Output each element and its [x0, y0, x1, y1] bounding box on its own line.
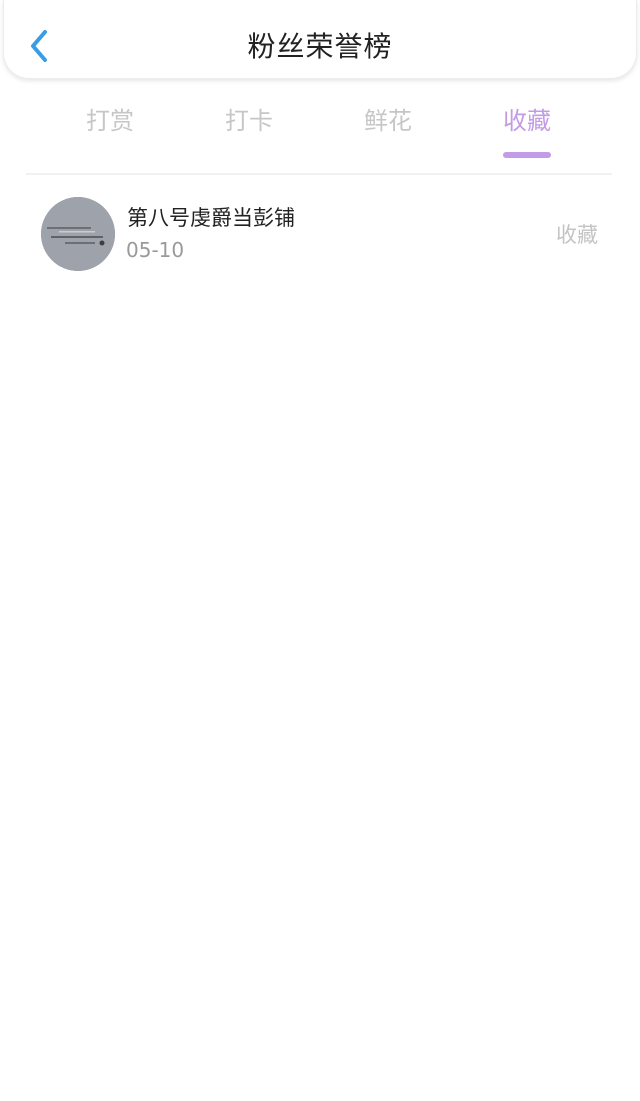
screen: 粉丝荣誉榜 打赏 打卡 鲜花 收藏 第八号虔爵当彭铺 05-10 收藏 — [0, 0, 640, 1101]
tab-label: 打赏 — [86, 107, 134, 135]
tab-checkin[interactable]: 打卡 — [199, 104, 299, 138]
tab-bar: 打赏 打卡 鲜花 收藏 — [0, 98, 640, 158]
avatar-image — [41, 197, 115, 271]
tab-label: 鲜花 — [364, 107, 412, 135]
list-item-date: 05-10 — [126, 238, 185, 262]
avatar — [41, 197, 115, 271]
tab-favorites[interactable]: 收藏 — [477, 104, 577, 158]
page-title: 粉丝荣誉榜 — [247, 30, 393, 63]
list-item[interactable]: 第八号虔爵当彭铺 05-10 收藏 — [0, 190, 640, 278]
tab-flowers[interactable]: 鲜花 — [338, 104, 438, 138]
tab-tip[interactable]: 打赏 — [60, 104, 160, 138]
tab-label: 打卡 — [225, 107, 273, 135]
tab-label: 收藏 — [503, 107, 551, 135]
active-tab-indicator — [503, 152, 551, 158]
list-item-action: 收藏 — [556, 223, 598, 247]
list-item-name: 第八号虔爵当彭铺 — [127, 206, 295, 230]
divider — [26, 173, 612, 175]
header-bar: 粉丝荣誉榜 — [3, 0, 637, 79]
